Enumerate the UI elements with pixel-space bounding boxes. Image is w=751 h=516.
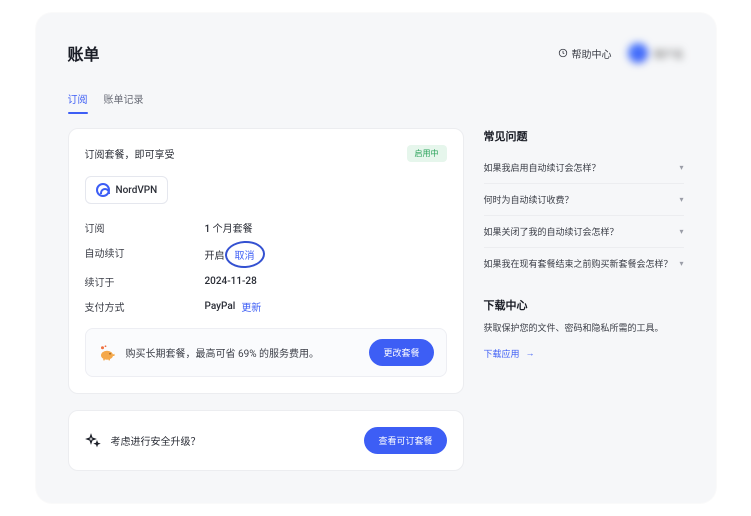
clock-icon	[558, 48, 568, 58]
user-menu[interactable]: 用户名	[628, 43, 684, 63]
auto-renew-value: 开启	[205, 247, 225, 262]
cancel-auto-renew-link[interactable]: 取消	[231, 245, 259, 264]
view-plans-button[interactable]: 查看可订套餐	[364, 427, 446, 454]
promo-banner: 购买长期套餐，最高可省 69% 的服务费用。 更改套餐	[85, 328, 447, 377]
renews-at-label: 续订于	[85, 274, 205, 289]
tabs: 订阅 账单记录	[68, 85, 684, 112]
downloads-section: 下载中心 获取保护您的文件、密码和隐私所需的工具。 下载应用 →	[484, 297, 684, 361]
row-auto-renew: 自动续订 开启 取消	[85, 245, 447, 264]
auto-renew-label: 自动续订	[85, 245, 205, 264]
update-payment-link[interactable]: 更新	[241, 299, 261, 314]
subscription-card: 订阅套餐，即可享受 启用中 NordVPN 订阅 1 个月套餐 自动续订	[68, 128, 464, 394]
downloads-title: 下载中心	[484, 297, 684, 313]
subscription-heading: 订阅套餐，即可享受	[85, 146, 175, 161]
faq-question: 何时为自动续订收费？	[484, 193, 574, 206]
faq-item[interactable]: 如果关闭了我的自动续订会怎样？ ▾	[484, 216, 684, 248]
avatar	[628, 43, 648, 63]
product-chip: NordVPN	[85, 176, 169, 204]
arrow-right-icon: →	[526, 348, 535, 359]
help-center-link[interactable]: 帮助中心	[558, 46, 612, 61]
faq-item[interactable]: 如果我在现有套餐结束之前购买新套餐会怎样？ ▾	[484, 248, 684, 279]
download-apps-link[interactable]: 下载应用 →	[484, 347, 535, 360]
download-apps-label: 下载应用	[484, 347, 520, 360]
status-badge: 启用中	[407, 145, 447, 162]
faq-question: 如果关闭了我的自动续订会怎样？	[484, 225, 619, 238]
sparkle-icon	[85, 433, 101, 449]
upgrade-text: 考虑进行安全升级？	[111, 433, 355, 448]
payment-method-label: 支付方式	[85, 299, 205, 314]
renews-at-value: 2024-11-28	[205, 274, 257, 289]
tab-subscription[interactable]: 订阅	[68, 85, 88, 112]
chevron-down-icon: ▾	[679, 195, 683, 204]
page-title: 账单	[68, 41, 100, 65]
faq-title: 常见问题	[484, 128, 684, 144]
payment-method-value: PayPal	[205, 301, 236, 312]
upgrade-card: 考虑进行安全升级？ 查看可订套餐	[68, 410, 464, 471]
product-name: NordVPN	[116, 185, 158, 196]
tab-billing-history[interactable]: 账单记录	[104, 85, 144, 112]
row-payment-method: 支付方式 PayPal 更新	[85, 299, 447, 314]
faq-item[interactable]: 何时为自动续订收费？ ▾	[484, 184, 684, 216]
chevron-down-icon: ▾	[679, 227, 683, 236]
header: 账单 帮助中心 用户名	[68, 41, 684, 65]
downloads-desc: 获取保护您的文件、密码和隐私所需的工具。	[484, 321, 684, 334]
promo-text: 购买长期套餐，最高可省 69% 的服务费用。	[126, 345, 360, 360]
row-subscription: 订阅 1 个月套餐	[85, 220, 447, 235]
faq-question: 如果我启用自动续订会怎样？	[484, 161, 601, 174]
chevron-down-icon: ▾	[679, 259, 683, 268]
faq-section: 常见问题 如果我启用自动续订会怎样？ ▾ 何时为自动续订收费？ ▾ 如果关闭了我…	[484, 128, 684, 279]
subscription-value: 1 个月套餐	[205, 220, 253, 235]
help-center-label: 帮助中心	[572, 46, 612, 61]
row-renews-at: 续订于 2024-11-28	[85, 274, 447, 289]
user-name-label: 用户名	[654, 46, 684, 61]
nordvpn-icon	[96, 183, 110, 197]
change-plan-button[interactable]: 更改套餐	[369, 339, 433, 366]
faq-question: 如果我在现有套餐结束之前购买新套餐会怎样？	[484, 257, 673, 270]
piggy-bank-icon	[98, 344, 116, 362]
subscription-label: 订阅	[85, 220, 205, 235]
chevron-down-icon: ▾	[679, 163, 683, 172]
faq-item[interactable]: 如果我启用自动续订会怎样？ ▾	[484, 152, 684, 184]
